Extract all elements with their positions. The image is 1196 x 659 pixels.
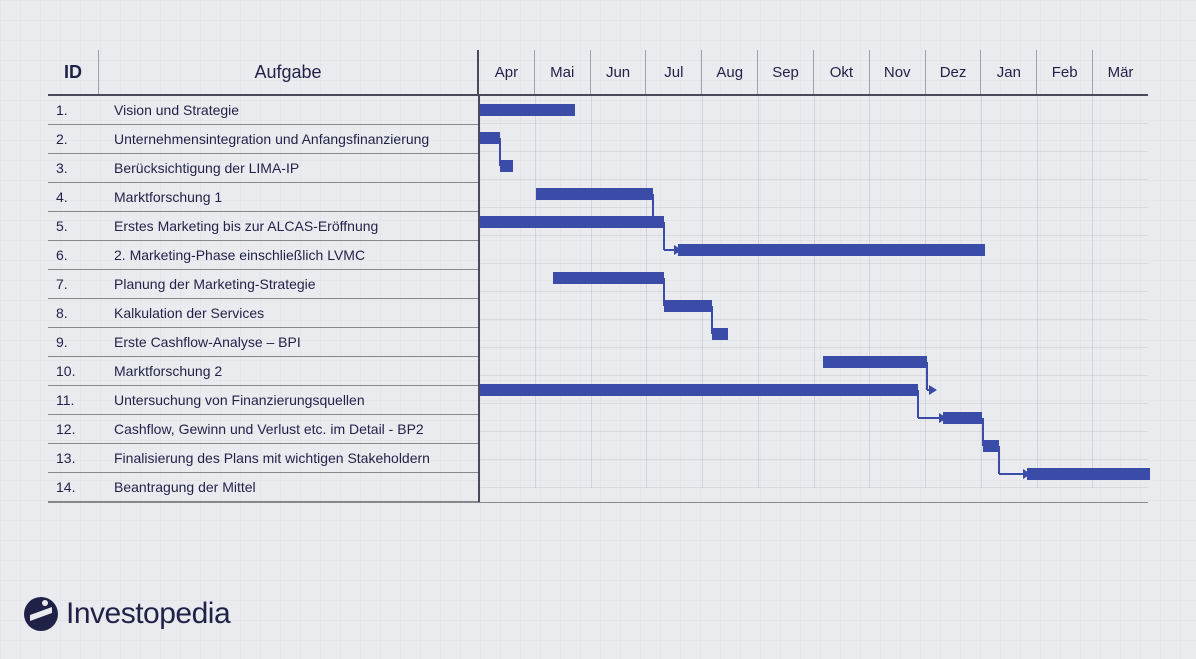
month-header: Okt <box>814 50 870 94</box>
task-row: 13.Finalisierung des Plans mit wichtigen… <box>48 444 478 473</box>
month-header: Apr <box>479 50 535 94</box>
gantt-bar <box>536 188 653 200</box>
month-header: Jul <box>646 50 702 94</box>
gantt-bar <box>480 132 500 144</box>
task-id: 1. <box>48 102 106 118</box>
gantt-bar <box>480 384 918 396</box>
task-row: 8.Kalkulation der Services <box>48 299 478 328</box>
task-id: 10. <box>48 363 106 379</box>
bars-layer <box>480 96 1148 488</box>
task-name: Erste Cashflow-Analyse – BPI <box>106 334 478 350</box>
task-row: 4.Marktforschung 1 <box>48 183 478 212</box>
gantt-bar <box>823 356 926 368</box>
task-row: 7.Planung der Marketing-Strategie <box>48 270 478 299</box>
header-task: Aufgabe <box>99 50 479 94</box>
task-id: 11. <box>48 392 106 408</box>
task-id: 8. <box>48 305 106 321</box>
task-name: Erstes Marketing bis zur ALCAS-Eröffnung <box>106 218 478 234</box>
task-row: 9.Erste Cashflow-Analyse – BPI <box>48 328 478 357</box>
task-row: 14.Beantragung der Mittel <box>48 473 478 502</box>
header-id: ID <box>48 50 99 94</box>
gantt-bar <box>480 216 664 228</box>
gantt-chart: ID Aufgabe AprMaiJunJulAugSepOktNovDezJa… <box>48 50 1148 503</box>
task-id: 2. <box>48 131 106 147</box>
task-name: Beantragung der Mittel <box>106 479 478 495</box>
task-name: Kalkulation der Services <box>106 305 478 321</box>
gantt-bar <box>678 244 985 256</box>
task-id: 9. <box>48 334 106 350</box>
gantt-header: ID Aufgabe AprMaiJunJulAugSepOktNovDezJa… <box>48 50 1148 96</box>
task-row: 10.Marktforschung 2 <box>48 357 478 386</box>
task-name: 2. Marketing-Phase einschließlich LVMC <box>106 247 478 263</box>
task-list: 1.Vision und Strategie2.Unternehmensinte… <box>48 96 480 502</box>
gantt-body: 1.Vision und Strategie2.Unternehmensinte… <box>48 96 1148 503</box>
task-row: 11.Untersuchung von Finanzierungsquellen <box>48 386 478 415</box>
gantt-bar <box>553 272 665 284</box>
task-name: Planung der Marketing-Strategie <box>106 276 478 292</box>
header-months: AprMaiJunJulAugSepOktNovDezJanFebMär <box>479 50 1148 94</box>
task-id: 3. <box>48 160 106 176</box>
gantt-bar <box>480 104 575 116</box>
task-row: 3.Berücksichtigung der LIMA-IP <box>48 154 478 183</box>
task-name: Finalisierung des Plans mit wichtigen St… <box>106 450 478 466</box>
task-id: 5. <box>48 218 106 234</box>
task-id: 4. <box>48 189 106 205</box>
task-id: 14. <box>48 479 106 495</box>
month-header: Jan <box>981 50 1037 94</box>
task-row: 2.Unternehmensintegration und Anfangsfin… <box>48 125 478 154</box>
month-header: Nov <box>870 50 926 94</box>
month-header: Sep <box>758 50 814 94</box>
month-header: Mär <box>1093 50 1148 94</box>
task-row: 1.Vision und Strategie <box>48 96 478 125</box>
task-name: Vision und Strategie <box>106 102 478 118</box>
task-id: 12. <box>48 421 106 437</box>
task-name: Berücksichtigung der LIMA-IP <box>106 160 478 176</box>
month-header: Jun <box>591 50 647 94</box>
task-id: 13. <box>48 450 106 466</box>
month-header: Feb <box>1037 50 1093 94</box>
task-name: Untersuchung von Finanzierungsquellen <box>106 392 478 408</box>
logo-text: Investopedia <box>66 597 230 631</box>
task-name: Unternehmensintegration und Anfangsfinan… <box>106 131 478 147</box>
task-name: Marktforschung 2 <box>106 363 478 379</box>
task-row: 12.Cashflow, Gewinn und Verlust etc. im … <box>48 415 478 444</box>
month-header: Mai <box>535 50 591 94</box>
task-name: Marktforschung 1 <box>106 189 478 205</box>
month-header: Aug <box>702 50 758 94</box>
task-row: 5.Erstes Marketing bis zur ALCAS-Eröffnu… <box>48 212 478 241</box>
task-row: 6.2. Marketing-Phase einschließlich LVMC <box>48 241 478 270</box>
logo-icon <box>24 597 58 631</box>
logo: Investopedia <box>24 597 230 631</box>
timeline-area <box>480 96 1148 488</box>
task-id: 6. <box>48 247 106 263</box>
task-id: 7. <box>48 276 106 292</box>
task-name: Cashflow, Gewinn und Verlust etc. im Det… <box>106 421 478 437</box>
gantt-bar <box>1027 468 1150 480</box>
month-header: Dez <box>926 50 982 94</box>
